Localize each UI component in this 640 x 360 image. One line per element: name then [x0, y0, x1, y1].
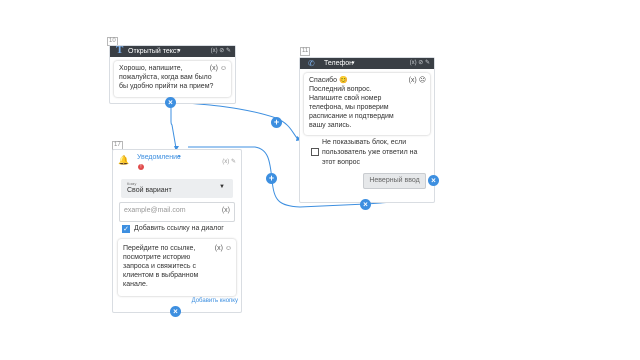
message-bubble[interactable]: Спасибо 😊 Последний вопрос. Напишите сво… [304, 73, 430, 135]
block-type-title[interactable]: Уведомление [137, 154, 181, 161]
variable-insert-button[interactable]: (x) ☺ [210, 64, 227, 73]
block-controls[interactable]: (x) ⊘ ✎ [211, 46, 231, 57]
notification-block-card[interactable]: 🔔 Уведомление ▾ ! (x) ✎ Кому Свой вариан… [112, 149, 242, 313]
message-bubble[interactable]: Хорошо, напишите, пожалуйста, когда вам … [114, 61, 231, 97]
add-link-label: Добавить ссылку на диалог [134, 225, 224, 232]
block-type-title[interactable]: Открытый текст [128, 46, 180, 57]
chevron-down-icon: ▼ [219, 184, 225, 190]
message-text: Перейдите по ссылке, посмотрите историю … [123, 245, 199, 288]
block-type-title[interactable]: Телефон [324, 58, 353, 69]
remove-connection-button[interactable]: × [165, 97, 176, 108]
block-controls[interactable]: (x) ✎ [222, 158, 236, 165]
add-connection-button[interactable]: + [271, 117, 282, 128]
chevron-down-icon[interactable]: ▾ [178, 154, 181, 160]
text-type-icon: T [116, 44, 124, 56]
message-bubble[interactable]: Перейдите по ссылке, посмотрите историю … [118, 239, 236, 296]
bell-icon: 🔔 [118, 155, 130, 165]
message-text: Хорошо, напишите, пожалуйста, когда вам … [119, 65, 214, 90]
add-button-link[interactable]: Добавить кнопку [192, 298, 238, 304]
chevron-down-icon[interactable]: ▾ [352, 58, 355, 69]
recipient-label: Кому [127, 181, 137, 186]
message-text: Спасибо 😊 Последний вопрос. Напишите сво… [309, 77, 394, 129]
block-controls[interactable]: (x) ⊘ ✎ [410, 58, 430, 69]
text-block-card[interactable]: T Открытый текст ▾ (x) ⊘ ✎ Хорошо, напиш… [109, 45, 236, 104]
block-header[interactable]: ✆ Телефон ▾ (x) ⊘ ✎ [300, 58, 434, 69]
remove-connection-button[interactable]: × [360, 199, 371, 210]
variable-insert-button[interactable]: (x) [222, 207, 230, 214]
phone-block-card[interactable]: ✆ Телефон ▾ (x) ⊘ ✎ Спасибо 😊 Последний … [299, 57, 435, 203]
phone-icon: ✆ [308, 59, 315, 68]
recipient-value: Свой вариант [127, 187, 172, 194]
add-link-checkbox[interactable]: ✓ [122, 225, 130, 233]
warning-badge: ! [138, 164, 144, 170]
block-header[interactable]: T Открытый текст ▾ (x) ⊘ ✎ [110, 44, 235, 57]
recipient-select[interactable]: Кому Свой вариант ▼ [121, 179, 233, 198]
remove-connection-button[interactable]: × [428, 175, 439, 186]
add-connection-button[interactable]: + [266, 173, 277, 184]
skip-block-checkbox[interactable] [311, 148, 319, 156]
email-placeholder: example@mail.com [124, 207, 186, 214]
email-input[interactable]: example@mail.com (x) [119, 202, 235, 222]
chevron-down-icon[interactable]: ▾ [178, 46, 181, 57]
variable-insert-button[interactable]: (x) ☹ [409, 76, 426, 85]
skip-block-label: Не показывать блок, если пользователь уж… [322, 139, 418, 166]
invalid-input-button[interactable]: Неверный ввод [363, 173, 426, 189]
variable-insert-button[interactable]: (x) ☺ [215, 244, 232, 253]
block-number: 11 [300, 47, 311, 56]
remove-connection-button[interactable]: × [170, 306, 181, 317]
